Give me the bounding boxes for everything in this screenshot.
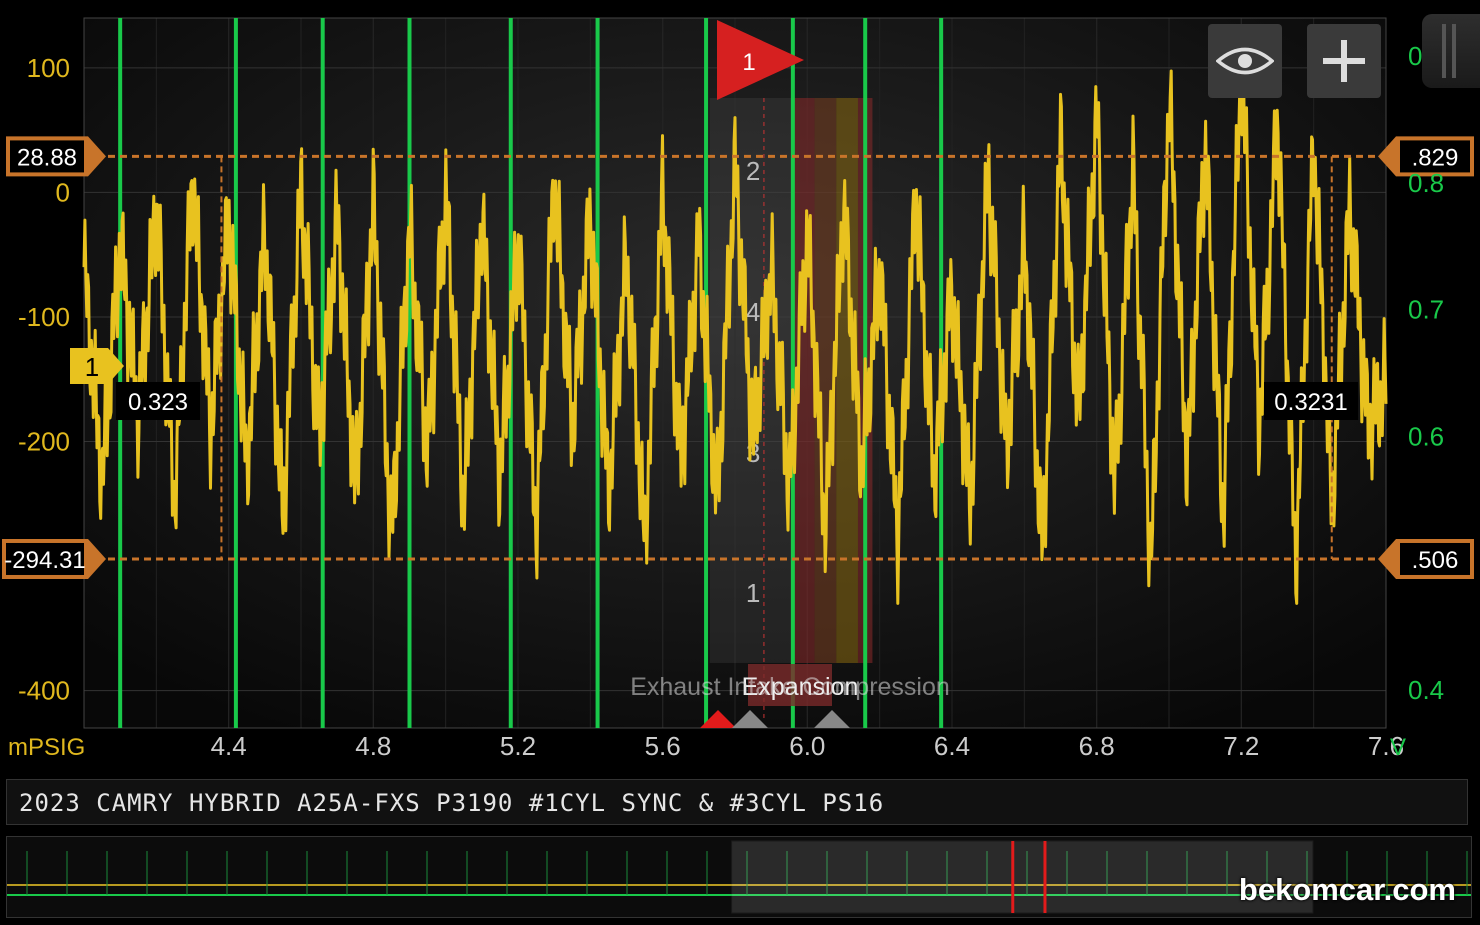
- cursor-tag-left-bottom: -294.31: [2, 538, 106, 579]
- x-tick: 7.2: [1223, 731, 1259, 761]
- y-left-tick: 100: [27, 53, 70, 83]
- y-left-unit: mPSIG: [8, 734, 85, 761]
- eye-button[interactable]: [1208, 24, 1282, 98]
- cylinder-label: 2: [746, 156, 760, 186]
- cylinder-label: 1: [746, 578, 760, 608]
- x-tick: 5.6: [645, 731, 681, 761]
- cursor-marker-label: 1: [85, 352, 99, 382]
- time-readout-text: 0.3231: [1274, 389, 1347, 416]
- cursor-value: 28.88: [17, 144, 77, 171]
- x-tick: 6.4: [934, 731, 970, 761]
- capture-title: 2023 CAMRY HYBRID A25A-FXS P3190 #1CYL S…: [19, 789, 885, 817]
- y-right-tick: 0.7: [1408, 295, 1444, 325]
- x-tick: 6.8: [1079, 731, 1115, 761]
- watermark: bekomcar.com: [1238, 872, 1456, 907]
- oscilloscope-chart[interactable]: 2431 28.88-294.31.829.5060.323 0.3231 100…: [0, 0, 1480, 770]
- y-right-unit: V: [1390, 734, 1406, 761]
- plus-icon: [1323, 40, 1365, 82]
- y-right-tick: 0.6: [1408, 421, 1444, 451]
- y-left-tick: 0: [56, 177, 70, 207]
- overview-window: [731, 840, 1314, 914]
- add-button[interactable]: [1307, 24, 1381, 98]
- stroke-label-overlap: Exhaust Intake Compression: [630, 673, 950, 701]
- time-readout-left: 0.323: [116, 382, 200, 420]
- time-readout-right: 0.3231: [1264, 382, 1358, 420]
- y-left-tick: -100: [18, 302, 70, 332]
- x-tick: 4.8: [355, 731, 391, 761]
- trigger-flag-label: 1: [742, 49, 755, 76]
- x-tick: 5.2: [500, 731, 536, 761]
- cylinder-label: 4: [746, 297, 760, 327]
- grip-icon: [1442, 24, 1456, 78]
- cursor-value: -294.31: [4, 547, 85, 574]
- eye-icon: [1216, 47, 1274, 75]
- cursor-value: .506: [1412, 547, 1459, 574]
- y-right-tick: 0.4: [1408, 675, 1444, 705]
- y-left-tick: -200: [18, 427, 70, 457]
- x-tick: 6.0: [789, 731, 825, 761]
- side-panel-handle[interactable]: [1422, 14, 1480, 88]
- x-tick: 4.4: [211, 731, 247, 761]
- time-readout-text: 0.323: [128, 389, 188, 416]
- y-left-tick: -400: [18, 676, 70, 706]
- cursor-tag-right-bottom: .506: [1378, 538, 1474, 579]
- cursor-tag-left-top: 28.88: [6, 136, 106, 177]
- capture-title-bar: 2023 CAMRY HYBRID A25A-FXS P3190 #1CYL S…: [6, 779, 1468, 825]
- y-right-tick: 0.8: [1408, 168, 1444, 198]
